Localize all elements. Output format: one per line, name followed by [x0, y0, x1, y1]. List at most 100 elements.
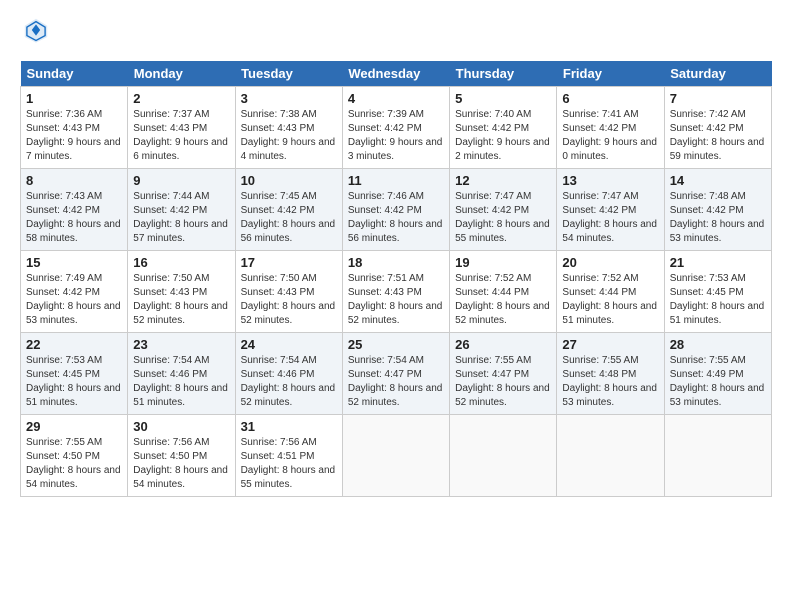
day-info: Sunrise: 7:54 AMSunset: 4:47 PMDaylight:…: [348, 354, 444, 410]
calendar-day-27: 27 Sunrise: 7:55 AMSunset: 4:48 PMDayligh…: [557, 333, 664, 415]
day-number: 19: [455, 255, 551, 270]
calendar-header-row: SundayMondayTuesdayWednesdayThursdayFrid…: [21, 61, 772, 87]
day-info: Sunrise: 7:48 AMSunset: 4:42 PMDaylight:…: [670, 190, 766, 246]
calendar-day-24: 24 Sunrise: 7:54 AMSunset: 4:46 PMDayligh…: [235, 333, 342, 415]
day-number: 23: [133, 337, 229, 352]
calendar-day-7: 7 Sunrise: 7:42 AMSunset: 4:42 PMDaylight…: [664, 87, 771, 169]
empty-cell: [450, 415, 557, 497]
day-number: 28: [670, 337, 766, 352]
day-info: Sunrise: 7:45 AMSunset: 4:42 PMDaylight:…: [241, 190, 337, 246]
day-info: Sunrise: 7:55 AMSunset: 4:49 PMDaylight:…: [670, 354, 766, 410]
day-info: Sunrise: 7:47 AMSunset: 4:42 PMDaylight:…: [455, 190, 551, 246]
calendar-day-5: 5Sunrise: 7:40 AMSunset: 4:42 PMDaylight…: [450, 87, 557, 169]
calendar-day-13: 13 Sunrise: 7:47 AMSunset: 4:42 PMDayligh…: [557, 169, 664, 251]
calendar-table: SundayMondayTuesdayWednesdayThursdayFrid…: [20, 61, 772, 497]
day-info: Sunrise: 7:39 AMSunset: 4:42 PMDaylight:…: [348, 108, 444, 164]
day-header-sunday: Sunday: [21, 61, 128, 87]
empty-cell: [342, 415, 449, 497]
day-number: 2: [133, 91, 229, 106]
calendar-week-4: 22 Sunrise: 7:53 AMSunset: 4:45 PMDayligh…: [21, 333, 772, 415]
day-number: 13: [562, 173, 658, 188]
day-info: Sunrise: 7:41 AMSunset: 4:42 PMDaylight:…: [562, 108, 658, 164]
day-info: Sunrise: 7:53 AMSunset: 4:45 PMDaylight:…: [670, 272, 766, 328]
day-info: Sunrise: 7:36 AMSunset: 4:43 PMDaylight:…: [26, 108, 122, 164]
calendar-day-14: 14 Sunrise: 7:48 AMSunset: 4:42 PMDayligh…: [664, 169, 771, 251]
day-info: Sunrise: 7:51 AMSunset: 4:43 PMDaylight:…: [348, 272, 444, 328]
calendar-day-23: 23 Sunrise: 7:54 AMSunset: 4:46 PMDayligh…: [128, 333, 235, 415]
day-number: 25: [348, 337, 444, 352]
day-number: 31: [241, 419, 337, 434]
calendar-day-9: 9Sunrise: 7:44 AMSunset: 4:42 PMDaylight…: [128, 169, 235, 251]
calendar-day-19: 19 Sunrise: 7:52 AMSunset: 4:44 PMDayligh…: [450, 251, 557, 333]
day-number: 15: [26, 255, 122, 270]
calendar-day-31: 31 Sunrise: 7:56 AMSunset: 4:51 PMDayligh…: [235, 415, 342, 497]
day-info: Sunrise: 7:46 AMSunset: 4:42 PMDaylight:…: [348, 190, 444, 246]
day-info: Sunrise: 7:47 AMSunset: 4:42 PMDaylight:…: [562, 190, 658, 246]
day-info: Sunrise: 7:50 AMSunset: 4:43 PMDaylight:…: [133, 272, 229, 328]
day-number: 7: [670, 91, 766, 106]
day-number: 14: [670, 173, 766, 188]
empty-cell: [664, 415, 771, 497]
day-info: Sunrise: 7:38 AMSunset: 4:43 PMDaylight:…: [241, 108, 337, 164]
calendar-week-3: 15 Sunrise: 7:49 AMSunset: 4:42 PMDayligh…: [21, 251, 772, 333]
day-number: 22: [26, 337, 122, 352]
calendar-day-10: 10 Sunrise: 7:45 AMSunset: 4:42 PMDayligh…: [235, 169, 342, 251]
day-number: 6: [562, 91, 658, 106]
calendar-week-1: 1 Sunrise: 7:36 AMSunset: 4:43 PMDaylight…: [21, 87, 772, 169]
day-info: Sunrise: 7:55 AMSunset: 4:47 PMDaylight:…: [455, 354, 551, 410]
calendar-day-20: 20 Sunrise: 7:52 AMSunset: 4:44 PMDayligh…: [557, 251, 664, 333]
day-number: 24: [241, 337, 337, 352]
day-header-friday: Friday: [557, 61, 664, 87]
day-number: 27: [562, 337, 658, 352]
day-number: 10: [241, 173, 337, 188]
day-info: Sunrise: 7:42 AMSunset: 4:42 PMDaylight:…: [670, 108, 766, 164]
day-number: 17: [241, 255, 337, 270]
calendar-day-3: 3Sunrise: 7:38 AMSunset: 4:43 PMDaylight…: [235, 87, 342, 169]
calendar-day-22: 22 Sunrise: 7:53 AMSunset: 4:45 PMDayligh…: [21, 333, 128, 415]
day-number: 9: [133, 173, 229, 188]
calendar-day-16: 16 Sunrise: 7:50 AMSunset: 4:43 PMDayligh…: [128, 251, 235, 333]
calendar-day-28: 28 Sunrise: 7:55 AMSunset: 4:49 PMDayligh…: [664, 333, 771, 415]
day-info: Sunrise: 7:43 AMSunset: 4:42 PMDaylight:…: [26, 190, 122, 246]
calendar-day-8: 8Sunrise: 7:43 AMSunset: 4:42 PMDaylight…: [21, 169, 128, 251]
logo-icon: [22, 16, 50, 44]
calendar-day-18: 18Sunrise: 7:51 AMSunset: 4:43 PMDayligh…: [342, 251, 449, 333]
calendar-week-5: 29Sunrise: 7:55 AMSunset: 4:50 PMDayligh…: [21, 415, 772, 497]
day-number: 21: [670, 255, 766, 270]
calendar-day-17: 17Sunrise: 7:50 AMSunset: 4:43 PMDayligh…: [235, 251, 342, 333]
day-info: Sunrise: 7:53 AMSunset: 4:45 PMDaylight:…: [26, 354, 122, 410]
calendar-day-4: 4Sunrise: 7:39 AMSunset: 4:42 PMDaylight…: [342, 87, 449, 169]
day-header-tuesday: Tuesday: [235, 61, 342, 87]
day-info: Sunrise: 7:56 AMSunset: 4:50 PMDaylight:…: [133, 436, 229, 492]
day-info: Sunrise: 7:55 AMSunset: 4:50 PMDaylight:…: [26, 436, 122, 492]
logo: [20, 16, 50, 49]
day-number: 30: [133, 419, 229, 434]
day-number: 5: [455, 91, 551, 106]
day-header-thursday: Thursday: [450, 61, 557, 87]
calendar-day-1: 1 Sunrise: 7:36 AMSunset: 4:43 PMDaylight…: [21, 87, 128, 169]
day-number: 11: [348, 173, 444, 188]
day-header-monday: Monday: [128, 61, 235, 87]
calendar-day-26: 26 Sunrise: 7:55 AMSunset: 4:47 PMDayligh…: [450, 333, 557, 415]
day-info: Sunrise: 7:54 AMSunset: 4:46 PMDaylight:…: [241, 354, 337, 410]
calendar-day-6: 6 Sunrise: 7:41 AMSunset: 4:42 PMDaylight…: [557, 87, 664, 169]
day-number: 20: [562, 255, 658, 270]
day-info: Sunrise: 7:52 AMSunset: 4:44 PMDaylight:…: [455, 272, 551, 328]
calendar-day-11: 11 Sunrise: 7:46 AMSunset: 4:42 PMDayligh…: [342, 169, 449, 251]
day-info: Sunrise: 7:56 AMSunset: 4:51 PMDaylight:…: [241, 436, 337, 492]
day-info: Sunrise: 7:55 AMSunset: 4:48 PMDaylight:…: [562, 354, 658, 410]
header: [20, 16, 772, 49]
day-info: Sunrise: 7:54 AMSunset: 4:46 PMDaylight:…: [133, 354, 229, 410]
calendar-day-2: 2 Sunrise: 7:37 AMSunset: 4:43 PMDaylight…: [128, 87, 235, 169]
calendar-day-30: 30 Sunrise: 7:56 AMSunset: 4:50 PMDayligh…: [128, 415, 235, 497]
calendar-day-12: 12Sunrise: 7:47 AMSunset: 4:42 PMDayligh…: [450, 169, 557, 251]
page-container: SundayMondayTuesdayWednesdayThursdayFrid…: [0, 0, 792, 507]
day-info: Sunrise: 7:37 AMSunset: 4:43 PMDaylight:…: [133, 108, 229, 164]
day-number: 1: [26, 91, 122, 106]
day-info: Sunrise: 7:49 AMSunset: 4:42 PMDaylight:…: [26, 272, 122, 328]
day-number: 16: [133, 255, 229, 270]
day-info: Sunrise: 7:52 AMSunset: 4:44 PMDaylight:…: [562, 272, 658, 328]
empty-cell: [557, 415, 664, 497]
day-number: 26: [455, 337, 551, 352]
calendar-day-15: 15 Sunrise: 7:49 AMSunset: 4:42 PMDayligh…: [21, 251, 128, 333]
